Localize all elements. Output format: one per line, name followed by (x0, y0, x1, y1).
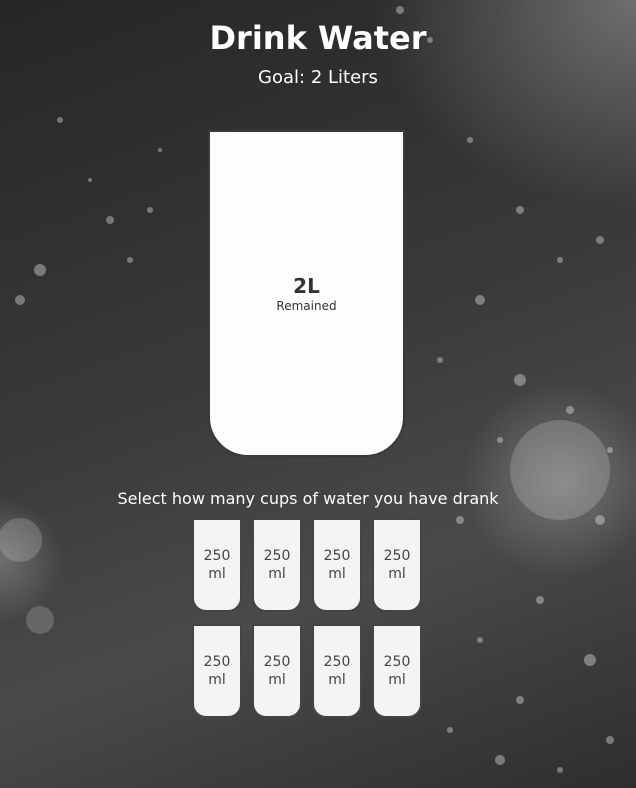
small-cup[interactable]: 250 ml (192, 624, 242, 718)
cup-amount: 250 (203, 548, 231, 564)
cup-unit: ml (328, 566, 346, 582)
cup-unit: ml (268, 566, 286, 582)
small-cups-grid: 250 ml 250 ml 250 ml 250 ml 250 ml 250 ml 250 m… (192, 518, 432, 718)
cup-unit: ml (208, 566, 226, 582)
cup-unit: ml (328, 672, 346, 688)
cup-amount: 250 (203, 654, 231, 670)
small-cup[interactable]: 250 ml (252, 518, 302, 612)
cup-amount: 250 (323, 654, 351, 670)
instruction-text: Select how many cups of water you have d… (117, 489, 499, 508)
small-cup[interactable]: 250 ml (192, 518, 242, 612)
small-cup[interactable]: 250 ml (312, 624, 362, 718)
small-cup[interactable]: 250 ml (372, 518, 422, 612)
cup-amount: 250 (323, 548, 351, 564)
cup-amount: 250 (383, 654, 411, 670)
cup-unit: ml (208, 672, 226, 688)
remained-value: 2L (293, 273, 320, 298)
cup-amount: 250 (263, 654, 291, 670)
page-title: Drink Water (209, 19, 427, 57)
big-cup: 2L Remained (208, 130, 405, 457)
remained-label: Remained (276, 298, 337, 313)
small-cup[interactable]: 250 ml (312, 518, 362, 612)
cup-amount: 250 (383, 548, 411, 564)
small-cup[interactable]: 250 ml (252, 624, 302, 718)
cup-unit: ml (388, 672, 406, 688)
goal-text: Goal: 2 Liters (258, 67, 378, 88)
small-cup[interactable]: 250 ml (372, 624, 422, 718)
cup-amount: 250 (263, 548, 291, 564)
cup-unit: ml (388, 566, 406, 582)
cup-unit: ml (268, 672, 286, 688)
